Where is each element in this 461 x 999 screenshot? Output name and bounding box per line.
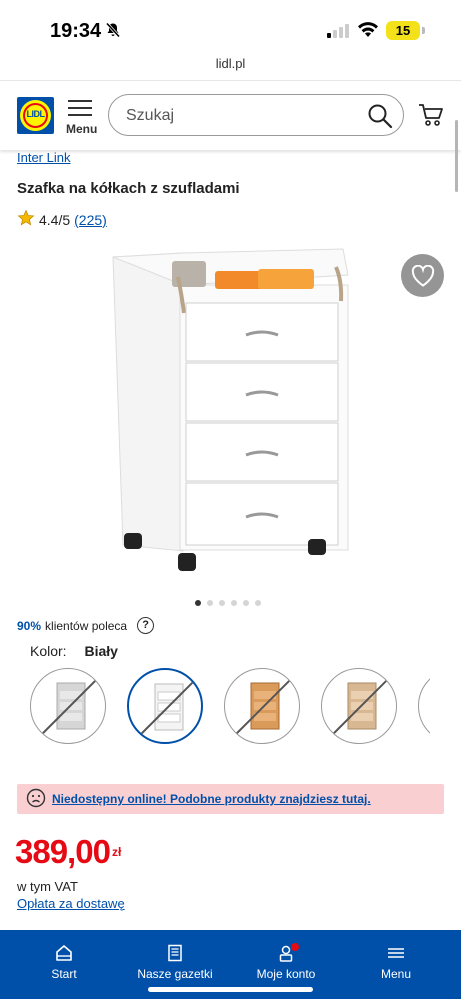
star-icon <box>17 209 35 230</box>
color-swatch-grey[interactable] <box>30 668 106 744</box>
rating-value: 4.4/5 <box>39 211 71 228</box>
battery-icon: 15 <box>386 21 420 40</box>
shipping-cost-link[interactable]: Opłata za dostawę <box>17 896 125 911</box>
wifi-icon <box>357 21 379 43</box>
image-carousel-dots[interactable] <box>195 600 261 606</box>
bell-muted-icon <box>105 22 121 43</box>
sad-face-icon <box>26 788 46 813</box>
nav-menu-label: Menu <box>380 967 412 981</box>
carousel-dot[interactable] <box>195 600 201 606</box>
carousel-dot[interactable] <box>219 600 225 606</box>
home-icon <box>19 944 109 966</box>
nav-menu[interactable]: Menu <box>351 944 441 981</box>
help-icon[interactable]: ? <box>137 617 155 634</box>
favorite-button[interactable] <box>401 254 444 297</box>
lidl-logo[interactable]: LIDL <box>17 97 54 134</box>
product-title: Szafka na kółkach z szufladami <box>17 180 240 197</box>
hamburger-icon <box>68 100 92 121</box>
color-swatch-maple[interactable] <box>321 668 397 744</box>
cellular-signal-icon <box>327 24 349 38</box>
divider <box>0 80 461 81</box>
color-label: Kolor: <box>30 643 67 659</box>
color-swatch-white[interactable] <box>127 668 203 744</box>
logo-text: LIDL <box>26 109 46 119</box>
cart-icon[interactable] <box>418 102 444 133</box>
heart-icon <box>411 265 435 287</box>
carousel-dot[interactable] <box>231 600 237 606</box>
nav-start[interactable]: Start <box>19 944 109 981</box>
nav-start-label: Start <box>51 967 77 981</box>
unavailable-notice: Niedostępny online! Podobne produkty zna… <box>17 784 444 814</box>
color-value: Biały <box>84 643 118 659</box>
color-selector-label: Kolor: Biały <box>30 643 118 659</box>
newspaper-icon <box>130 944 220 966</box>
price-value: 389,00 <box>15 833 111 870</box>
status-bar: 19:34 15 <box>0 0 461 52</box>
recommend-text: klientów poleca <box>45 618 128 633</box>
price: 389,00 zł <box>15 833 121 871</box>
product-image[interactable] <box>108 245 358 575</box>
nav-leaflets-label: Nasze gazetki <box>137 967 213 981</box>
scrollbar[interactable] <box>455 120 458 192</box>
search-placeholder: Szukaj <box>126 107 175 124</box>
color-swatches <box>30 668 430 748</box>
menu-label: Menu <box>66 122 98 136</box>
carousel-dot[interactable] <box>207 600 213 606</box>
menu-button[interactable]: Menu <box>64 98 98 138</box>
rating-count-link[interactable]: (225) <box>74 212 107 228</box>
recommendation-info: 90% klientów poleca ? <box>17 617 155 634</box>
vat-info: w tym VAT <box>17 879 78 894</box>
search-input[interactable]: Szukaj <box>108 94 404 136</box>
search-icon[interactable] <box>367 103 393 134</box>
color-swatch-beech[interactable] <box>224 668 300 744</box>
price-currency: zł <box>111 845 122 859</box>
status-time: 19:34 <box>50 20 102 42</box>
color-swatch-partial[interactable] <box>418 668 430 744</box>
account-icon <box>241 944 331 966</box>
nav-account[interactable]: Moje konto <box>241 944 331 981</box>
home-indicator[interactable] <box>148 987 313 992</box>
notification-badge <box>291 943 299 951</box>
address-bar[interactable]: lidl.pl <box>0 56 461 71</box>
similar-products-link[interactable]: Niedostępny online! Podobne produkty zna… <box>52 792 371 806</box>
menu-icon <box>351 944 441 966</box>
brand-link[interactable]: Inter Link <box>17 150 70 165</box>
battery-tip <box>422 27 425 34</box>
carousel-dot[interactable] <box>243 600 249 606</box>
carousel-dot[interactable] <box>255 600 261 606</box>
nav-leaflets[interactable]: Nasze gazetki <box>130 944 220 981</box>
rating: 4.4/5 (225) <box>17 209 107 230</box>
recommend-percent: 90% <box>17 618 42 633</box>
nav-account-label: Moje konto <box>256 967 316 981</box>
site-header: LIDL Menu Szukaj <box>0 82 461 150</box>
